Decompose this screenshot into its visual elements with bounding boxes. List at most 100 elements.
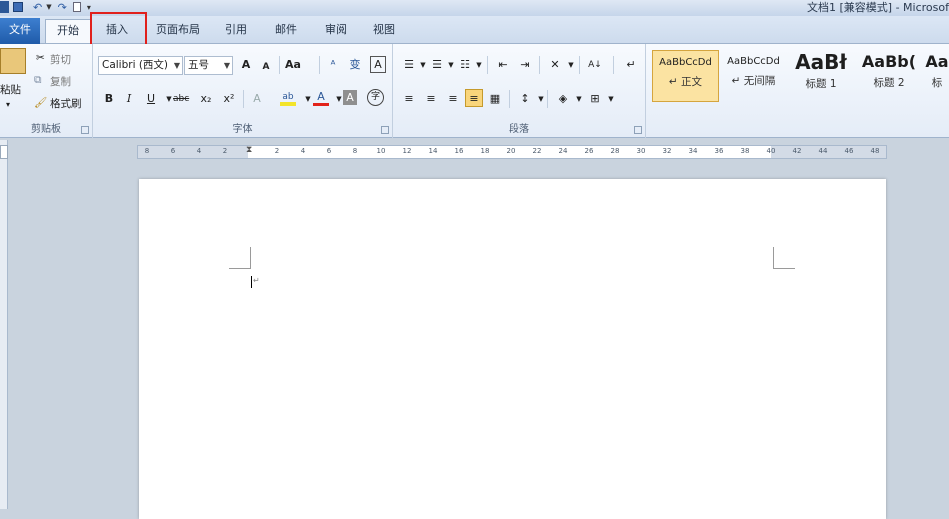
font-name-combo[interactable]: Calibri (西文) ▼ <box>98 56 183 75</box>
ruler-tick-label: 20 <box>506 147 516 155</box>
ruler-tick-label: 48 <box>870 147 880 155</box>
font-size-combo[interactable]: 五号 ▼ <box>184 56 233 75</box>
chevron-down-icon[interactable]: ▼ <box>224 57 230 74</box>
font-launcher-icon[interactable] <box>381 126 389 134</box>
align-right-icon[interactable]: ≡ <box>445 90 461 108</box>
sort-button[interactable]: A↓ <box>587 56 603 74</box>
style-heading-1[interactable]: AaBł 标题 1 <box>790 50 852 102</box>
separator <box>613 56 614 74</box>
chevron-down-icon[interactable]: ▼ <box>563 56 579 74</box>
paste-dropdown-icon[interactable]: ▾ <box>6 100 10 109</box>
tab-references[interactable]: 引用 <box>216 19 256 42</box>
style-normal[interactable]: AaBbCcDd ↵ 正文 <box>652 50 719 102</box>
font-color-button[interactable]: A <box>313 88 329 106</box>
ruler-tick-label: 16 <box>454 147 464 155</box>
style-heading-2[interactable]: AaBb( 标题 2 <box>856 50 922 102</box>
borders-icon[interactable]: ⊞ <box>587 90 603 108</box>
strikethrough-button[interactable]: abc <box>173 90 189 108</box>
distributed-icon[interactable]: ▦ <box>487 90 503 108</box>
underline-button[interactable]: U <box>143 90 159 108</box>
tab-view[interactable]: 视图 <box>364 19 404 42</box>
format-painter-button[interactable]: 格式刷 <box>50 96 82 111</box>
separator <box>319 56 320 74</box>
tab-home[interactable]: 开始 <box>45 19 91 43</box>
chevron-down-icon[interactable]: ▼ <box>174 57 180 74</box>
chevron-down-icon[interactable]: ▼ <box>471 56 487 74</box>
phonetic-guide-icon[interactable]: ᴬ <box>325 56 341 74</box>
ruler-tick-label: 6 <box>170 147 176 155</box>
document-page[interactable]: ↵ <box>139 179 886 519</box>
show-marks-icon[interactable]: ↵ <box>623 56 639 74</box>
shrink-font-button[interactable]: A <box>258 58 274 76</box>
redo-icon[interactable]: ↷ <box>58 1 67 14</box>
customize-qat-icon[interactable]: ▾ <box>87 3 91 12</box>
style-sample: AaBł <box>795 50 847 74</box>
paragraph-launcher-icon[interactable] <box>634 126 642 134</box>
ruler-tab-selector[interactable] <box>0 145 8 159</box>
ribbon: 粘贴 ▾ ✂ 剪切 ⧉ 复制 🖌 格式刷 剪贴板 Calibri (西文) ▼ … <box>0 44 949 138</box>
line-spacing-icon[interactable]: ↕ <box>517 90 533 108</box>
bold-button[interactable]: B <box>101 90 117 108</box>
undo-icon[interactable]: ↶ <box>33 1 42 14</box>
text-effect-button[interactable]: A <box>249 90 265 108</box>
cut-button[interactable]: 剪切 <box>50 52 71 67</box>
increase-indent-icon[interactable]: ⇥ <box>517 56 533 74</box>
style-sample: AaBbCcDd <box>727 56 780 67</box>
character-shading-button[interactable]: A <box>343 90 357 105</box>
change-case-button[interactable]: Aa <box>285 56 301 74</box>
grow-font-button[interactable]: A <box>238 56 254 74</box>
new-doc-icon[interactable] <box>72 2 81 12</box>
clipboard-group: 粘贴 ▾ ✂ 剪切 ⧉ 复制 🖌 格式刷 剪贴板 <box>0 44 93 138</box>
superscript-button[interactable]: x² <box>221 90 237 108</box>
tab-mailings[interactable]: 邮件 <box>266 19 306 42</box>
paragraph-group-label: 段落 <box>509 124 529 135</box>
chevron-down-icon[interactable]: ▼ <box>571 90 587 108</box>
paste-icon[interactable] <box>0 48 26 74</box>
copy-button[interactable]: 复制 <box>50 74 71 89</box>
style-name: 标 <box>931 77 943 89</box>
shading-icon[interactable]: ◈ <box>555 90 571 108</box>
horizontal-ruler[interactable]: ⧗ 8 6 4 2 2 4 6 8 10 12 14 16 18 20 22 24 26 28 30 32 34 36 38… <box>137 145 887 159</box>
indent-marker-icon[interactable]: ⧗ <box>246 145 252 155</box>
decrease-indent-icon[interactable]: ⇤ <box>495 56 511 74</box>
ruler-tick-label: 2 <box>222 147 228 155</box>
italic-button[interactable]: I <box>121 90 137 108</box>
separator <box>547 90 548 108</box>
style-sample: AaBbCcDd <box>659 57 712 68</box>
text-cursor <box>251 276 252 288</box>
paste-button-label[interactable]: 粘贴 <box>0 82 21 97</box>
character-border-button[interactable]: A <box>370 56 386 73</box>
style-sample: Aa <box>925 52 949 71</box>
subscript-button[interactable]: x₂ <box>198 90 214 108</box>
tab-file[interactable]: 文件 <box>0 18 40 44</box>
cut-icon[interactable]: ✂ <box>36 52 45 64</box>
ruler-tick-label: 14 <box>428 147 438 155</box>
ruler-tick-label: 30 <box>636 147 646 155</box>
align-left-icon[interactable]: ≡ <box>401 90 417 108</box>
clipboard-launcher-icon[interactable] <box>81 126 89 134</box>
save-icon[interactable] <box>13 2 23 12</box>
style-title[interactable]: Aa 标 <box>925 50 949 102</box>
enclose-characters-button[interactable]: 字 <box>367 89 384 106</box>
justify-icon[interactable]: ≡ <box>465 89 483 107</box>
copy-icon[interactable]: ⧉ <box>34 74 42 87</box>
ruler-tick-label: 6 <box>326 147 332 155</box>
ruler-tick-label: 38 <box>740 147 750 155</box>
word-icon <box>0 1 9 13</box>
ruler-tick-label: 8 <box>352 147 358 155</box>
pinyin-icon[interactable]: 变 <box>347 56 363 74</box>
highlight-button[interactable]: ab <box>280 88 296 106</box>
tab-page-layout[interactable]: 页面布局 <box>150 19 206 42</box>
style-sample: AaBb( <box>861 52 917 71</box>
clipboard-group-label: 剪贴板 <box>31 124 61 135</box>
chevron-down-icon[interactable]: ▼ <box>46 3 51 11</box>
separator <box>539 56 540 74</box>
style-name: 标题 2 <box>873 77 905 89</box>
tab-review[interactable]: 审阅 <box>316 19 356 42</box>
chinese-layout-icon[interactable]: ✕ <box>547 56 563 74</box>
align-center-icon[interactable]: ≡ <box>423 90 439 108</box>
chevron-down-icon[interactable]: ▼ <box>603 90 619 108</box>
style-no-spacing[interactable]: AaBbCcDd ↵ 无间隔 <box>720 50 787 102</box>
ruler-tick-label: 8 <box>144 147 150 155</box>
format-painter-icon[interactable]: 🖌 <box>34 96 47 109</box>
